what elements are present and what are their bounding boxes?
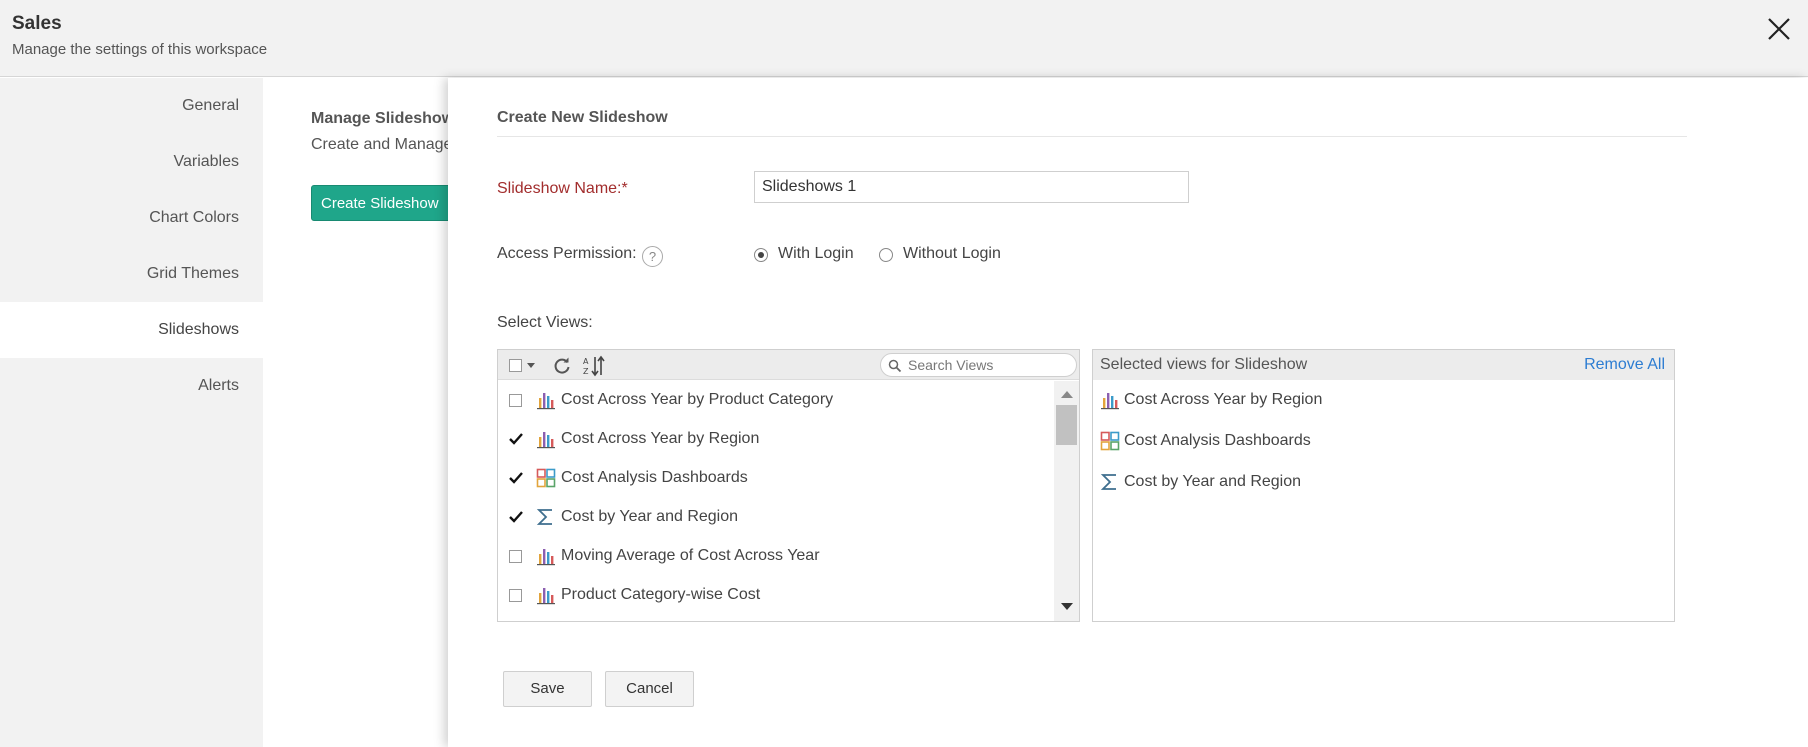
bar-chart-icon — [536, 585, 556, 605]
bar-chart-icon — [536, 546, 556, 566]
view-item-label: Cost Across Year by Region — [561, 430, 760, 447]
view-item-label: Moving Average of Cost Across Year — [561, 547, 820, 564]
sidebar-item-variables[interactable]: Variables — [0, 134, 263, 190]
sigma-icon — [1100, 472, 1120, 492]
radio-with-login[interactable] — [754, 248, 768, 262]
without-login-label[interactable]: Without Login — [903, 245, 1001, 263]
selected-view-item[interactable]: Cost Across Year by Region — [1093, 381, 1653, 422]
dashboard-icon — [536, 468, 556, 488]
refresh-icon[interactable] — [552, 356, 572, 376]
selected-view-label: Cost by Year and Region — [1124, 473, 1302, 490]
search-views-box[interactable] — [880, 353, 1077, 377]
with-login-label[interactable]: With Login — [778, 245, 854, 263]
section-heading: Manage Slideshows — [311, 110, 453, 127]
svg-text:A: A — [583, 357, 589, 366]
sidebar-item-general[interactable]: General — [0, 78, 263, 134]
remove-all-link[interactable]: Remove All — [1584, 356, 1665, 374]
scroll-down-icon[interactable] — [1061, 603, 1073, 610]
select-all-checkbox[interactable] — [509, 359, 522, 372]
selected-views-list: Selected views for Slideshow Remove All … — [1092, 349, 1675, 622]
search-icon — [888, 359, 902, 373]
slideshow-name-label: Slideshow Name:* — [497, 180, 628, 197]
close-icon[interactable] — [1766, 16, 1792, 42]
manage-slideshows-section: Manage Slideshows Create and Manage Crea… — [263, 78, 453, 747]
dashboard-icon — [1100, 431, 1120, 451]
chevron-down-icon[interactable] — [527, 363, 535, 368]
selected-views-title: Selected views for Slideshow — [1100, 356, 1308, 373]
sort-az-icon[interactable]: A Z — [581, 354, 605, 378]
settings-sidebar: General Variables Chart Colors Grid Them… — [0, 78, 263, 747]
workspace-title: Sales — [12, 13, 62, 34]
available-views-list: A Z Cost Across Year by Product Category — [497, 349, 1080, 622]
bar-chart-icon — [1100, 390, 1120, 410]
section-description: Create and Manage — [311, 136, 453, 153]
view-item-label: Product Category-wise Cost — [561, 586, 761, 603]
workspace-subtitle: Manage the settings of this workspace — [12, 41, 268, 58]
view-item-label: Cost Analysis Dashboards — [561, 469, 748, 486]
scroll-thumb[interactable] — [1056, 405, 1077, 445]
view-item[interactable]: Cost Across Year by Region — [498, 420, 1058, 459]
access-permission-label: Access Permission: — [497, 245, 637, 262]
view-item-label: Cost Across Year by Product Category — [561, 391, 834, 408]
selected-view-item[interactable]: Cost by Year and Region — [1093, 463, 1653, 504]
sidebar-item-grid-themes[interactable]: Grid Themes — [0, 246, 263, 302]
sidebar-item-chart-colors[interactable]: Chart Colors — [0, 190, 263, 246]
selected-views-header: Selected views for Slideshow Remove All — [1093, 350, 1674, 380]
views-scrollbar[interactable] — [1054, 381, 1079, 621]
view-checkbox-checked[interactable] — [509, 472, 523, 485]
sidebar-item-slideshows[interactable]: Slideshows — [0, 302, 263, 358]
bar-chart-icon — [536, 390, 556, 410]
radio-without-login[interactable] — [879, 248, 893, 262]
view-checkbox[interactable] — [509, 394, 522, 407]
view-item[interactable]: Cost Analysis Dashboards — [498, 459, 1058, 498]
select-views-label: Select Views: — [497, 314, 593, 331]
svg-text:Z: Z — [583, 367, 589, 376]
sidebar-item-alerts[interactable]: Alerts — [0, 358, 263, 414]
selected-view-item[interactable]: Cost Analysis Dashboards — [1093, 422, 1653, 463]
view-item[interactable]: Cost Across Year by Product Category — [498, 381, 1058, 420]
view-item[interactable]: Product Category-wise Cost — [498, 576, 1058, 615]
view-item[interactable]: Cost by Year and Region — [498, 498, 1058, 537]
view-item[interactable]: Moving Average of Cost Across Year — [498, 537, 1058, 576]
view-checkbox[interactable] — [509, 550, 522, 563]
list-toolbar: A Z — [498, 350, 1079, 380]
bar-chart-icon — [536, 429, 556, 449]
search-views-input[interactable] — [908, 356, 1068, 374]
view-checkbox[interactable] — [509, 589, 522, 602]
selected-view-label: Cost Analysis Dashboards — [1124, 432, 1311, 449]
save-button[interactable]: Save — [503, 671, 592, 707]
selected-view-label: Cost Across Year by Region — [1124, 391, 1323, 408]
workspace-header: Sales Manage the settings of this worksp… — [0, 0, 1808, 77]
slideshow-name-input[interactable] — [754, 171, 1189, 203]
panel-title: Create New Slideshow — [497, 109, 668, 126]
divider — [497, 136, 1687, 137]
help-icon[interactable]: ? — [642, 246, 663, 267]
view-checkbox-checked[interactable] — [509, 511, 523, 524]
view-item-label: Cost by Year and Region — [561, 508, 739, 525]
create-slideshow-button[interactable]: Create Slideshow — [311, 185, 453, 221]
scroll-up-icon[interactable] — [1061, 391, 1073, 398]
cancel-button[interactable]: Cancel — [605, 671, 694, 707]
create-slideshow-panel: Create New Slideshow Slideshow Name:* Ac… — [448, 78, 1808, 747]
view-checkbox-checked[interactable] — [509, 433, 523, 446]
sigma-icon — [536, 507, 556, 527]
